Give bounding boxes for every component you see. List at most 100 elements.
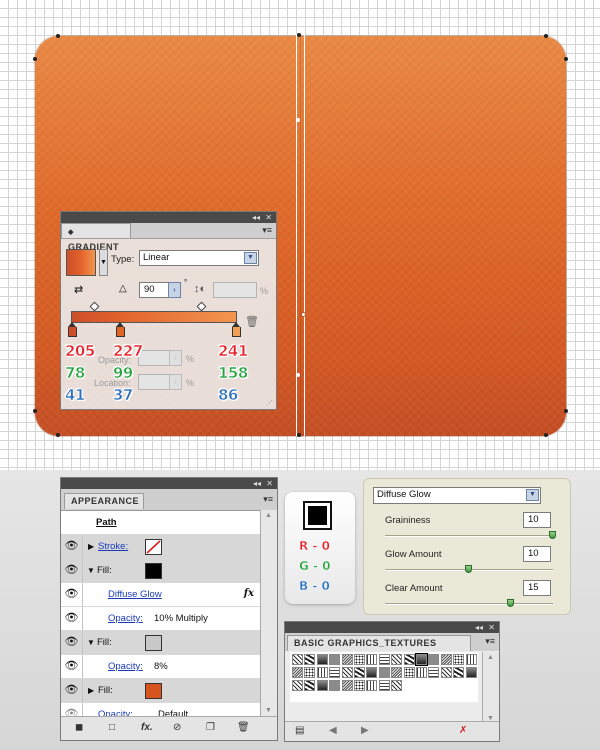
clear-amount-slider-thumb[interactable] (507, 599, 514, 607)
appearance-row-fill-2[interactable]: 👁 ▼ Fill: (61, 631, 260, 655)
vertical-scrollbar[interactable]: ▲ ▼ (260, 510, 277, 716)
collapse-triangle-icon[interactable]: ▼ (87, 566, 95, 575)
fx-icon[interactable]: fx (244, 588, 254, 599)
eye-icon[interactable]: 👁 (61, 559, 83, 582)
fx-menu-icon[interactable]: fx. (141, 722, 153, 733)
opacity-1-label[interactable]: Opacity: (108, 613, 143, 624)
anchor-point[interactable] (564, 57, 568, 61)
eye-icon[interactable]: 👁 (61, 607, 83, 630)
anchor-point[interactable] (297, 433, 301, 437)
texture-swatch[interactable] (378, 680, 390, 691)
eye-icon[interactable]: 👁 (61, 679, 83, 702)
resize-grip-icon[interactable]: ⋰ (266, 399, 273, 407)
panel-title-bar[interactable]: ◂◂ ✕ (61, 478, 277, 489)
texture-swatch[interactable] (440, 667, 452, 678)
eye-icon[interactable]: 👁 (61, 631, 83, 654)
texture-swatch[interactable] (341, 680, 353, 691)
diffuse-glow-effect-link[interactable]: Diffuse Glow (108, 589, 162, 600)
appearance-row-opacity-2[interactable]: 👁 Opacity: 8% (61, 655, 260, 679)
reverse-gradient-icon[interactable]: ⇄ (74, 283, 83, 296)
fill-3-swatch[interactable] (145, 683, 162, 699)
clear-appearance-icon[interactable]: ⊘ (173, 722, 181, 733)
texture-swatch[interactable] (366, 667, 378, 678)
texture-swatch[interactable] (304, 654, 316, 665)
graininess-slider-track[interactable] (385, 535, 553, 537)
previous-library-icon[interactable]: ◀ (329, 725, 337, 736)
texture-swatch[interactable] (354, 654, 365, 665)
texture-swatch[interactable] (354, 667, 365, 678)
anchor-point[interactable] (56, 433, 60, 437)
location-spin-button[interactable]: › (169, 374, 182, 390)
scroll-down-icon[interactable]: ▼ (265, 707, 272, 714)
opacity-2-label[interactable]: Opacity: (108, 661, 143, 672)
close-icon[interactable]: ✕ (266, 478, 273, 489)
stroke-none-swatch[interactable] (145, 539, 162, 555)
fill-2-swatch[interactable] (145, 635, 162, 651)
scroll-up-icon[interactable]: ▲ (265, 512, 272, 519)
fill-1-swatch[interactable] (145, 563, 162, 579)
texture-swatch[interactable] (304, 667, 316, 678)
texture-swatch[interactable] (391, 680, 403, 691)
anchor-point[interactable] (33, 57, 37, 61)
expand-triangle-icon[interactable]: ▶ (88, 542, 94, 551)
glow-amount-input[interactable]: 10 (523, 546, 551, 562)
appearance-row-fill-3[interactable]: 👁 ▶ Fill: (61, 679, 260, 703)
texture-swatch[interactable] (453, 654, 465, 665)
appearance-row-fill-1[interactable]: 👁 ▼ Fill: (61, 559, 260, 583)
collapse-triangle-icon[interactable]: ▼ (87, 638, 95, 647)
texture-swatch[interactable] (391, 654, 403, 665)
texture-swatch[interactable] (378, 667, 390, 678)
add-fill-icon[interactable]: □ (109, 722, 115, 733)
panel-menu-icon[interactable]: ▾≡ (263, 494, 273, 505)
filter-select[interactable]: Diffuse Glow ▼ (373, 487, 541, 504)
texture-swatch[interactable] (304, 680, 316, 691)
expand-triangle-icon[interactable]: ▶ (88, 686, 94, 695)
anchor-point[interactable] (544, 34, 548, 38)
eye-icon[interactable]: 👁 (61, 583, 83, 606)
close-icon[interactable]: ✕ (265, 212, 272, 223)
collapse-icon[interactable]: ◂◂ (475, 622, 483, 633)
anchor-point[interactable] (296, 118, 300, 122)
anchor-point[interactable] (296, 373, 300, 377)
gradient-stop-3[interactable] (232, 322, 241, 337)
texture-swatch[interactable] (465, 654, 477, 665)
texture-swatch[interactable] (329, 654, 341, 665)
texture-swatch[interactable] (465, 667, 477, 678)
texture-swatch[interactable] (416, 667, 427, 678)
close-icon[interactable]: ✕ (488, 622, 495, 633)
trash-icon[interactable]: 🗑 (245, 315, 259, 328)
texture-swatch[interactable] (316, 680, 328, 691)
appearance-row-stroke[interactable]: 👁 ▶ Stroke: (61, 535, 260, 559)
clear-amount-slider-track[interactable] (385, 603, 553, 605)
anchor-point[interactable] (564, 409, 568, 413)
texture-swatch[interactable] (403, 654, 415, 665)
texture-swatch[interactable] (329, 680, 341, 691)
texture-swatch[interactable] (316, 667, 328, 678)
duplicate-item-icon[interactable]: ❐ (206, 722, 215, 733)
anchor-point[interactable] (56, 34, 60, 38)
anchor-point[interactable] (544, 433, 548, 437)
gradient-swatch[interactable] (66, 249, 96, 276)
tab-basic-graphics-textures[interactable]: BASIC GRAPHICS_TEXTURES (287, 635, 471, 651)
anchor-point[interactable] (33, 409, 37, 413)
texture-swatch[interactable] (341, 654, 353, 665)
texture-swatch[interactable] (341, 667, 353, 678)
panel-title-bar[interactable]: ◂◂ ✕ (61, 212, 276, 223)
appearance-row-opacity-1[interactable]: 👁 Opacity: 10% Multiply (61, 607, 260, 631)
texture-swatch[interactable] (366, 654, 378, 665)
panel-menu-icon[interactable]: ▾≡ (485, 636, 495, 647)
tab-gradient[interactable]: ◆ GRADIENT (61, 223, 131, 252)
texture-swatch[interactable] (316, 654, 328, 665)
add-stroke-icon[interactable]: ◼ (75, 722, 83, 733)
delete-swatch-icon[interactable]: ✗ (459, 725, 467, 736)
scroll-up-icon[interactable]: ▲ (487, 654, 494, 661)
texture-swatch[interactable] (292, 680, 303, 691)
texture-swatch[interactable] (329, 667, 341, 678)
trash-icon[interactable]: 🗑 (237, 722, 250, 733)
eye-icon[interactable]: 👁 (61, 655, 83, 678)
glow-amount-slider-thumb[interactable] (465, 565, 472, 573)
chevron-down-icon[interactable]: ▼ (526, 489, 539, 501)
vertical-scrollbar[interactable]: ▲ ▼ (482, 652, 499, 724)
graininess-input[interactable]: 10 (523, 512, 551, 528)
swatch-library-menu-icon[interactable]: ▤ (295, 725, 304, 736)
